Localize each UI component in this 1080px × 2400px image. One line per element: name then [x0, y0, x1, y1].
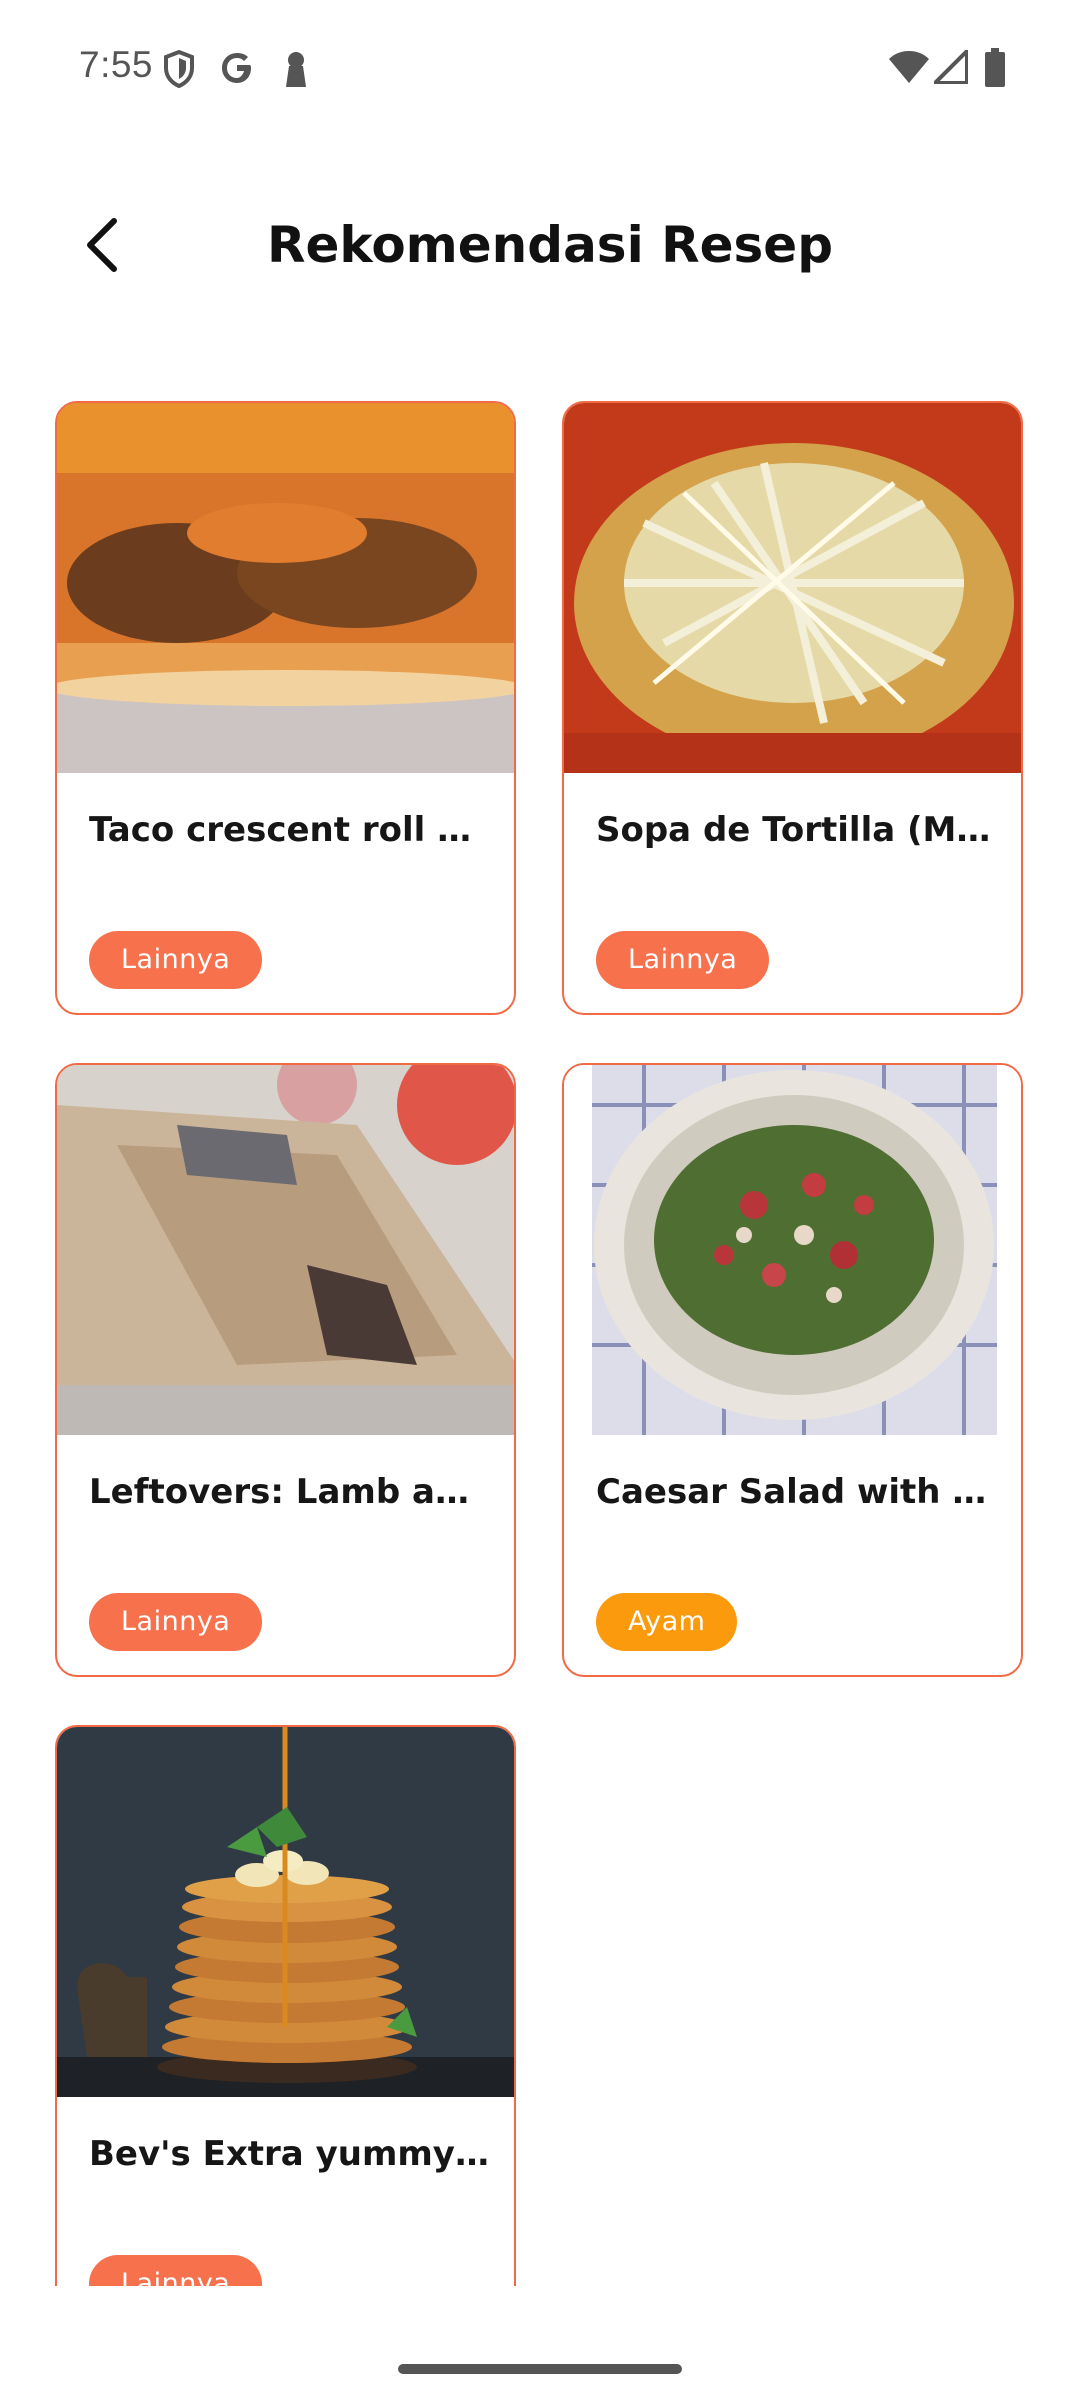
keyhole-icon: [286, 52, 306, 87]
recipe-image: [57, 1727, 514, 2097]
recipe-title: Taco crescent roll …: [89, 810, 472, 850]
recipe-image: [564, 1065, 1021, 1435]
recipe-card[interactable]: Bev's Extra yummy… Lainnya: [55, 1725, 516, 2286]
category-badge: Lainnya: [89, 1593, 263, 1651]
recipe-title: Caesar Salad with …: [596, 1472, 987, 1512]
category-badge: Lainnya: [89, 2255, 263, 2286]
category-badge: Lainnya: [89, 931, 263, 989]
battery-icon: [985, 48, 1005, 87]
recipe-image: [57, 403, 514, 773]
home-indicator[interactable]: [398, 2364, 682, 2374]
recipe-image: [57, 1065, 514, 1435]
recipe-card[interactable]: Taco crescent roll … Lainnya: [55, 401, 516, 1015]
signal-icon: [934, 50, 968, 84]
recipe-grid[interactable]: Taco crescent roll … Lainnya Sopa de Tor…: [0, 396, 1080, 2286]
back-button[interactable]: [62, 205, 142, 285]
category-badge: Lainnya: [596, 931, 770, 989]
status-time: 7:55: [79, 44, 154, 85]
recipe-title: Sopa de Tortilla (M…: [596, 810, 991, 850]
recipe-title: Leftovers: Lamb an…: [89, 1472, 489, 1512]
category-badge: Ayam: [596, 1593, 738, 1651]
chevron-left-icon: [87, 218, 117, 272]
google-icon: [222, 53, 251, 83]
page-title: Rekomendasi Resep: [267, 216, 833, 274]
recipe-image: [564, 403, 1021, 773]
shield-icon: [164, 50, 194, 88]
recipe-title: Bev's Extra yummy…: [89, 2134, 489, 2174]
recipe-card[interactable]: Caesar Salad with … Ayam: [562, 1063, 1023, 1677]
recipe-card[interactable]: Sopa de Tortilla (M… Lainnya: [562, 401, 1023, 1015]
wifi-icon: [889, 51, 929, 83]
status-bar: 7:55: [0, 0, 1080, 136]
recipe-card[interactable]: Leftovers: Lamb an… Lainnya: [55, 1063, 516, 1677]
